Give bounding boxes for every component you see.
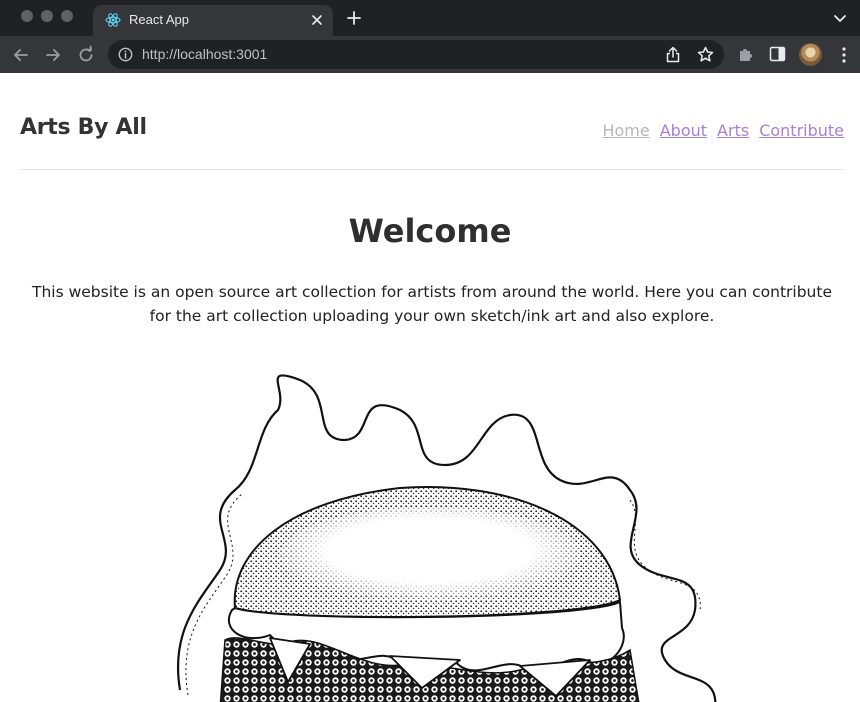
- reload-icon[interactable]: [76, 45, 96, 65]
- nav-link-about[interactable]: About: [660, 121, 707, 140]
- kebab-menu-icon[interactable]: [836, 46, 852, 64]
- back-arrow-icon[interactable]: [11, 45, 31, 65]
- window-zoom-dot[interactable]: [61, 10, 73, 22]
- side-panel-icon[interactable]: [769, 46, 786, 62]
- page-title: Welcome: [348, 212, 512, 250]
- close-icon[interactable]: [309, 12, 325, 28]
- profile-avatar[interactable]: [799, 43, 822, 66]
- burger-sketch-image: [177, 374, 717, 702]
- share-icon[interactable]: [665, 46, 681, 63]
- nav-link-home[interactable]: Home: [602, 121, 649, 140]
- window-close-dot[interactable]: [21, 10, 33, 22]
- address-bar[interactable]: http://localhost:3001: [108, 40, 724, 69]
- page-viewport: Arts By All Home About Arts Contribute W…: [0, 73, 860, 702]
- browser-tab-active[interactable]: React App: [93, 5, 333, 36]
- forward-arrow-icon[interactable]: [43, 45, 63, 65]
- header-divider: [20, 169, 844, 170]
- url-text: http://localhost:3001: [142, 46, 268, 62]
- nav-link-arts[interactable]: Arts: [717, 121, 749, 140]
- intro-paragraph: This website is an open source art colle…: [31, 283, 832, 325]
- puzzle-extensions-icon[interactable]: [737, 45, 755, 63]
- window-minimize-dot[interactable]: [41, 10, 53, 22]
- react-logo-icon: [105, 13, 121, 27]
- nav-link-contribute[interactable]: Contribute: [759, 121, 844, 140]
- browser-toolbar: http://localhost:3001: [0, 36, 860, 73]
- main-nav: Home About Arts Contribute: [602, 121, 844, 140]
- tab-title: React App: [129, 12, 189, 27]
- new-tab-plus-icon[interactable]: [345, 9, 363, 27]
- site-brand[interactable]: Arts By All: [20, 115, 147, 140]
- browser-titlebar: React App: [0, 0, 860, 36]
- info-icon[interactable]: [118, 47, 133, 62]
- bookmark-star-icon[interactable]: [697, 46, 714, 63]
- chevron-down-icon[interactable]: [832, 10, 848, 26]
